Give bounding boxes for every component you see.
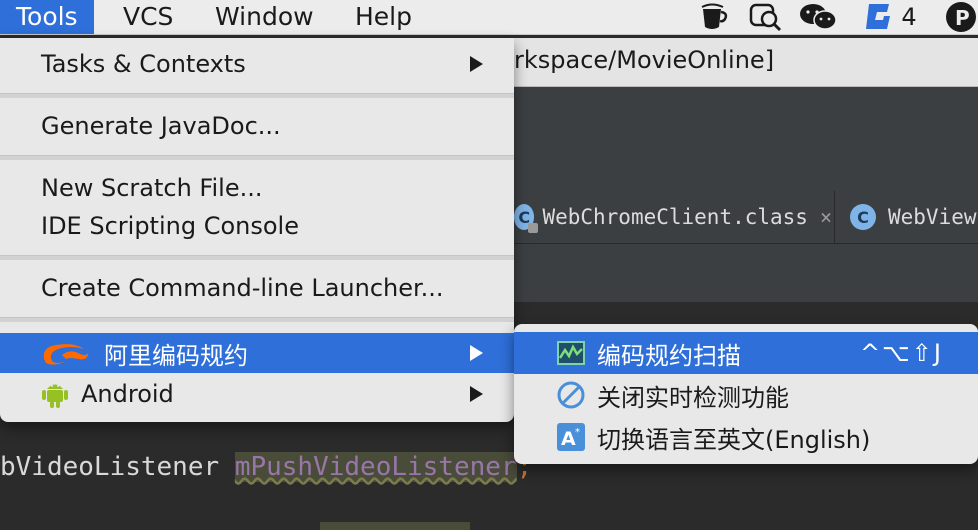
menu-help[interactable]: Help <box>339 0 428 34</box>
code-highlight-block <box>320 522 470 530</box>
class-file-icon: C <box>850 204 876 230</box>
svg-text:P: P <box>955 6 970 30</box>
navigation-bar <box>514 244 978 303</box>
editor-tabs: C WebChromeClient.class × C WebView <box>514 191 978 244</box>
tray-badge-count: 4 <box>901 3 917 31</box>
menu-bar: Tools VCS Window Help 4 P <box>0 0 978 35</box>
class-file-icon: C <box>514 204 539 233</box>
menu-item-label: Create Command-line Launcher... <box>41 274 444 302</box>
menu-item-label: 阿里编码规约 <box>104 341 248 370</box>
code-type: bVideoListener <box>0 452 235 482</box>
code-field[interactable]: mPushVideoListener <box>234 452 517 482</box>
submenu-arrow-icon <box>470 345 483 361</box>
menu-item-label: Generate JavaDoc... <box>41 112 281 140</box>
menu-tools[interactable]: Tools <box>0 0 94 34</box>
menu-item-label: IDE Scripting Console <box>41 212 299 240</box>
menu-item-label: Tasks & Contexts <box>41 50 246 78</box>
menu-item-label: New Scratch File... <box>41 174 263 202</box>
menu-item-generate-javadoc[interactable]: Generate JavaDoc... <box>0 107 514 145</box>
p-app-icon[interactable]: P <box>944 0 978 34</box>
menu-window[interactable]: Window <box>199 0 330 34</box>
disable-circle-icon <box>556 380 586 410</box>
keyboard-shortcut: ^⌥⇧J <box>860 339 943 367</box>
tab-label: WebView <box>888 205 977 229</box>
menu-item-ali-coding-guidelines[interactable]: 阿里编码规约 <box>0 333 514 373</box>
wechat-icon[interactable] <box>796 0 840 34</box>
submenu-item-scan[interactable]: 编码规约扫描 ^⌥⇧J <box>514 332 978 374</box>
search-chat-icon[interactable] <box>746 0 786 34</box>
submenu-arrow-icon <box>470 386 483 402</box>
submenu-item-label: 关闭实时检测功能 <box>597 383 789 412</box>
tools-menu: Tasks & Contexts Generate JavaDoc... New… <box>0 38 514 422</box>
tab-webchromeclient[interactable]: C WebChromeClient.class × <box>514 191 832 243</box>
ali-submenu: 编码规约扫描 ^⌥⇧J 关闭实时检测功能 A * 切换语言至英文(English) <box>514 324 978 464</box>
menu-separator <box>0 93 514 98</box>
code-line: bVideoListener mPushVideoListener; <box>0 452 532 482</box>
menu-separator <box>0 255 514 260</box>
coffee-cup-icon[interactable] <box>696 0 732 34</box>
menu-vcs[interactable]: VCS <box>107 0 189 34</box>
tab-divider <box>834 191 835 243</box>
tab-label: WebChromeClient.class <box>542 205 808 229</box>
submenu-item-disable-realtime[interactable]: 关闭实时检测功能 <box>514 374 978 416</box>
android-icon <box>40 379 70 415</box>
alibaba-logo-icon <box>40 339 92 373</box>
scan-chart-icon <box>556 338 586 368</box>
menu-separator <box>0 155 514 160</box>
menu-item-android[interactable]: Android <box>0 375 514 413</box>
ide-toolbar <box>514 87 978 192</box>
menu-item-tasks-contexts[interactable]: Tasks & Contexts <box>0 45 514 83</box>
menu-separator <box>0 317 514 322</box>
menu-item-ide-scripting-console[interactable]: IDE Scripting Console <box>0 207 514 245</box>
submenu-item-label: 编码规约扫描 <box>597 341 741 370</box>
svg-text:*: * <box>575 427 580 438</box>
menu-item-new-scratch-file[interactable]: New Scratch File... <box>0 169 514 207</box>
window-title: rkspace/MovieOnline] <box>514 46 775 74</box>
menu-item-label: Android <box>81 380 174 408</box>
tab-webview[interactable]: C WebView <box>850 191 978 243</box>
submenu-item-switch-language[interactable]: A * 切换语言至英文(English) <box>514 416 978 458</box>
translate-icon: A * <box>556 422 586 452</box>
submenu-arrow-icon <box>470 56 483 72</box>
g-app-icon[interactable] <box>860 0 896 34</box>
submenu-item-label: 切换语言至英文(English) <box>597 425 871 454</box>
window-title-bar: rkspace/MovieOnline] <box>514 38 978 87</box>
lock-badge-icon <box>528 223 539 233</box>
menu-item-create-launcher[interactable]: Create Command-line Launcher... <box>0 269 514 307</box>
svg-text:A: A <box>561 428 576 450</box>
close-icon[interactable]: × <box>820 205 832 229</box>
